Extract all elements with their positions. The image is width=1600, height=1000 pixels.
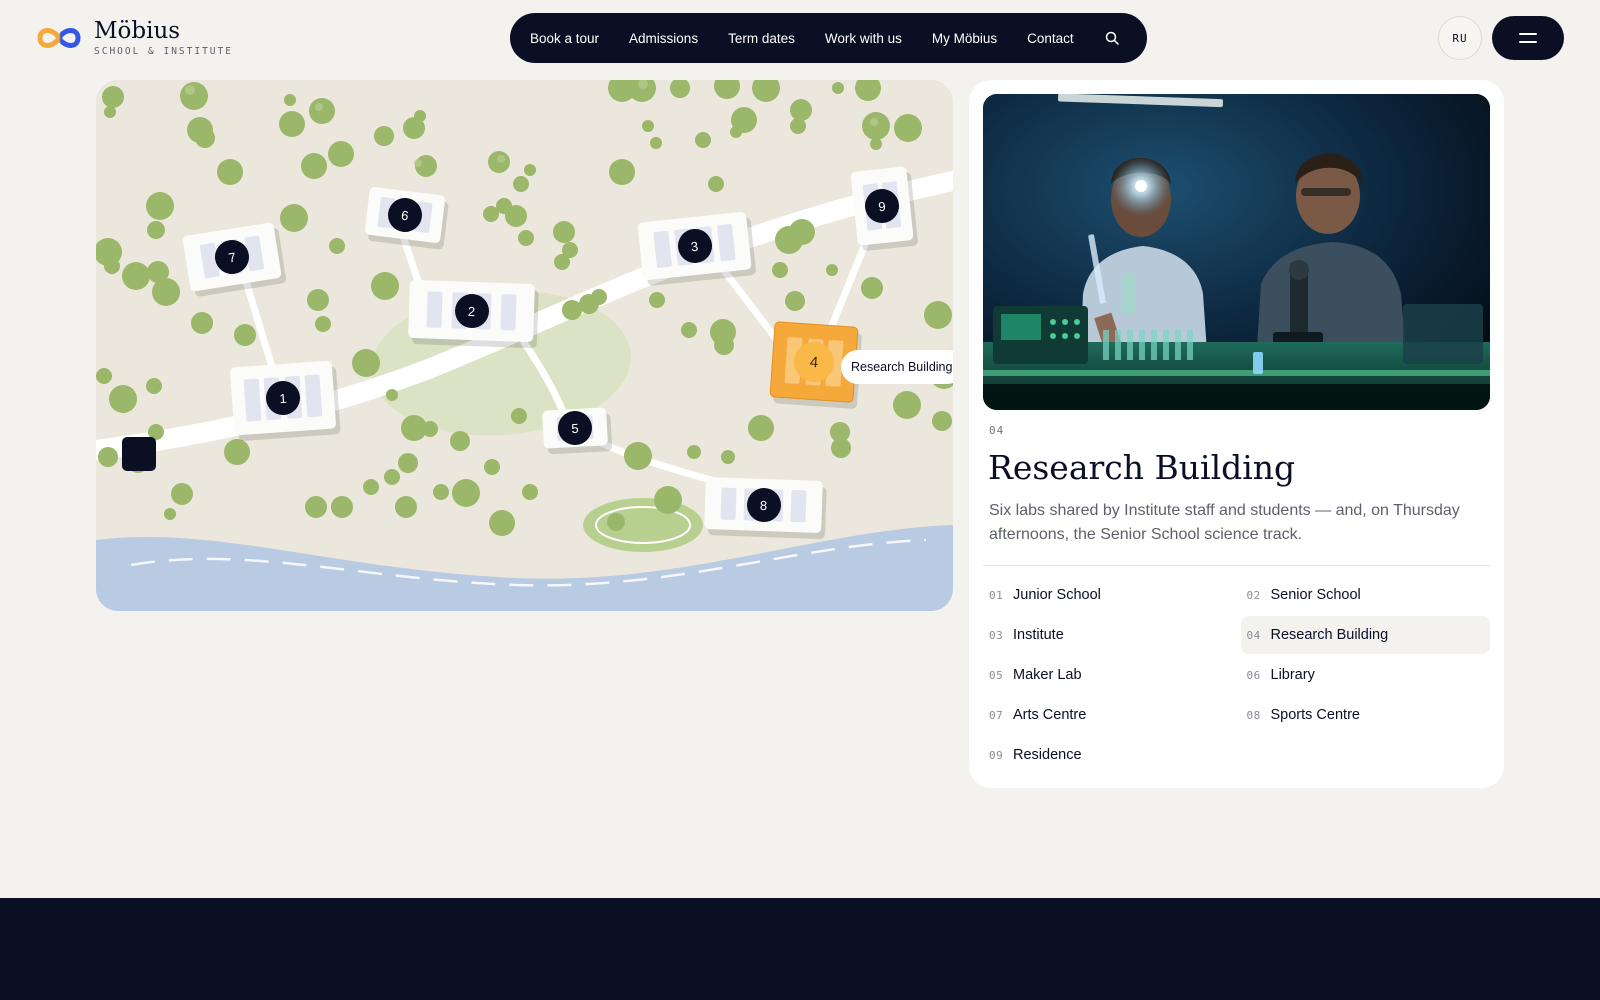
list-item-research-building[interactable]: 04 Research Building xyxy=(1240,616,1490,654)
map-tooltip: Research Building xyxy=(841,350,953,384)
map-building-5[interactable]: 5 xyxy=(542,407,608,449)
detail-number: 04 xyxy=(989,424,1005,437)
nav-term-dates[interactable]: Term dates xyxy=(728,31,795,46)
map-building-2[interactable]: 2 xyxy=(408,279,535,343)
footer-band xyxy=(0,898,1600,1000)
list-item-maker-lab[interactable]: 05 Maker Lab xyxy=(983,656,1233,694)
list-item-label: Library xyxy=(1270,667,1315,683)
list-item-number: 02 xyxy=(1246,588,1261,602)
list-item-label: Senior School xyxy=(1270,587,1361,603)
map-building-9[interactable]: 9 xyxy=(850,166,914,246)
search-icon[interactable] xyxy=(1104,30,1120,46)
list-item-label: Maker Lab xyxy=(1013,667,1082,683)
campus-map[interactable]: 1 2 3 4 5 6 7 8 9 Research Building xyxy=(96,80,953,611)
brand-subtitle: SCHOOL & INSTITUTE xyxy=(94,46,233,57)
list-item-label: Research Building xyxy=(1270,627,1389,643)
language-switch-button[interactable]: RU xyxy=(1438,16,1482,60)
list-item-number: 09 xyxy=(989,748,1004,762)
map-building-8[interactable]: 8 xyxy=(704,476,823,534)
list-item-number: 04 xyxy=(1246,628,1261,642)
list-item-number: 05 xyxy=(989,668,1004,682)
detail-description: Six labs shared by Institute staff and s… xyxy=(989,502,1460,543)
nav-my-mobius[interactable]: My Möbius xyxy=(932,31,997,46)
list-item-number: 07 xyxy=(989,708,1004,722)
list-item-label: Arts Centre xyxy=(1013,707,1087,723)
mobius-logo-icon xyxy=(37,27,81,48)
map-building-1[interactable]: 1 xyxy=(229,360,337,436)
map-building-3[interactable]: 3 xyxy=(637,211,752,281)
building-list: 01 Junior School 02 Senior School 03 Ins… xyxy=(983,576,1490,774)
list-item-number: 08 xyxy=(1246,708,1261,722)
list-item-residence[interactable]: 09 Residence xyxy=(983,736,1233,774)
list-item-label: Institute xyxy=(1013,627,1064,643)
list-item-label: Junior School xyxy=(1013,587,1101,603)
list-item-junior-school[interactable]: 01 Junior School xyxy=(983,576,1233,614)
nav-admissions[interactable]: Admissions xyxy=(629,31,698,46)
list-item-arts-centre[interactable]: 07 Arts Centre xyxy=(983,696,1233,734)
hamburger-menu-icon[interactable] xyxy=(1492,16,1564,60)
nav-contact[interactable]: Contact xyxy=(1027,31,1074,46)
brand-logo[interactable]: Möbius SCHOOL & INSTITUTE xyxy=(36,18,233,57)
list-item-label: Residence xyxy=(1013,747,1082,763)
brand-name: Möbius xyxy=(94,18,181,44)
list-item-library[interactable]: 06 Library xyxy=(1241,656,1491,694)
map-building-6[interactable]: 6 xyxy=(364,186,446,244)
nav-book-a-tour[interactable]: Book a tour xyxy=(530,31,599,46)
list-item-senior-school[interactable]: 02 Senior School xyxy=(1241,576,1491,614)
building-photo xyxy=(983,94,1490,410)
nav-work-with-us[interactable]: Work with us xyxy=(825,31,902,46)
building-detail-card: 04 Research Building Six labs shared by … xyxy=(969,80,1504,788)
map-marker-5[interactable]: 5 xyxy=(557,410,593,446)
list-item-institute[interactable]: 03 Institute xyxy=(983,616,1233,654)
campus-entrance xyxy=(122,437,156,471)
detail-title: Research Building xyxy=(988,448,1296,487)
list-item-sports-centre[interactable]: 08 Sports Centre xyxy=(1241,696,1491,734)
list-item-label: Sports Centre xyxy=(1270,707,1360,723)
main-nav: Book a tour Admissions Term dates Work w… xyxy=(510,13,1147,63)
list-item-number: 03 xyxy=(989,628,1004,642)
list-item-number: 01 xyxy=(989,588,1004,602)
divider xyxy=(983,565,1490,566)
list-item-number: 06 xyxy=(1246,668,1261,682)
